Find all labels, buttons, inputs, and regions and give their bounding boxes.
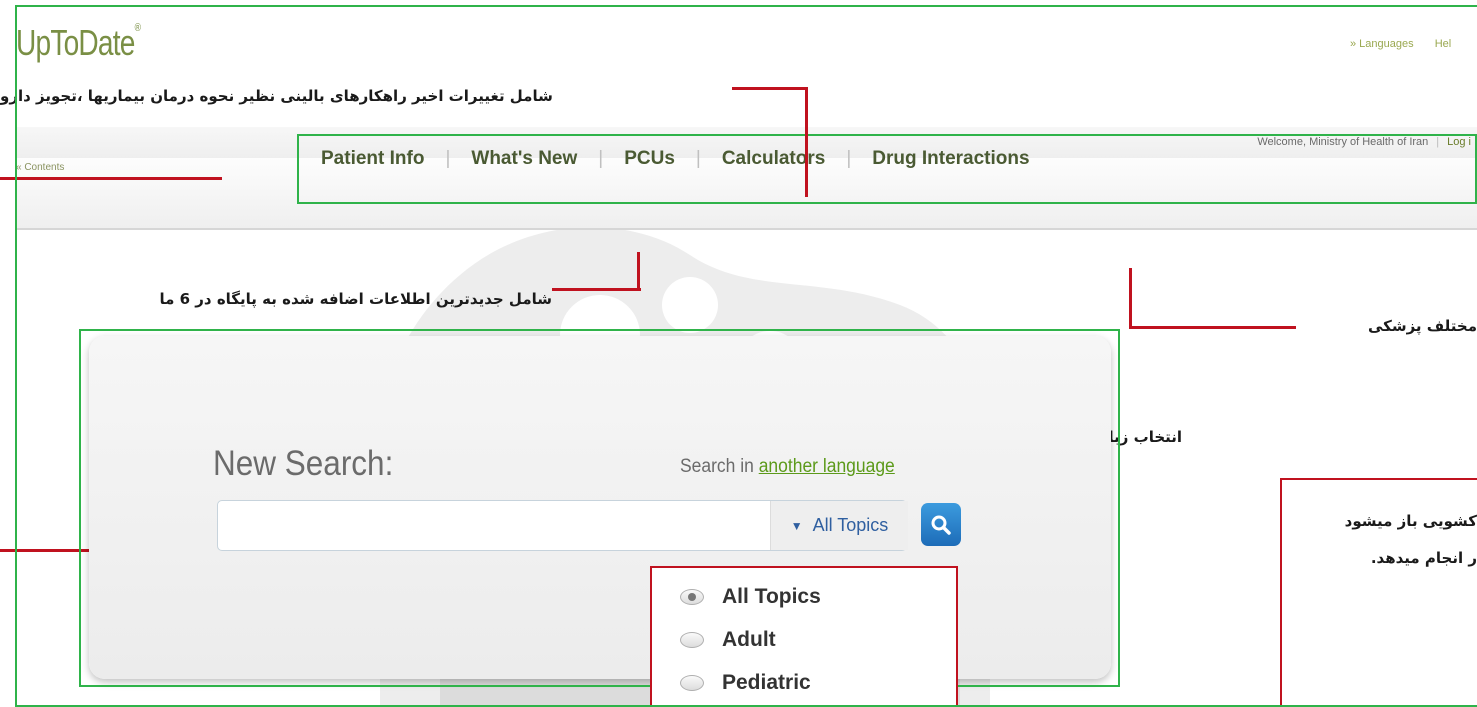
page-highlight-frame [15,5,1477,707]
